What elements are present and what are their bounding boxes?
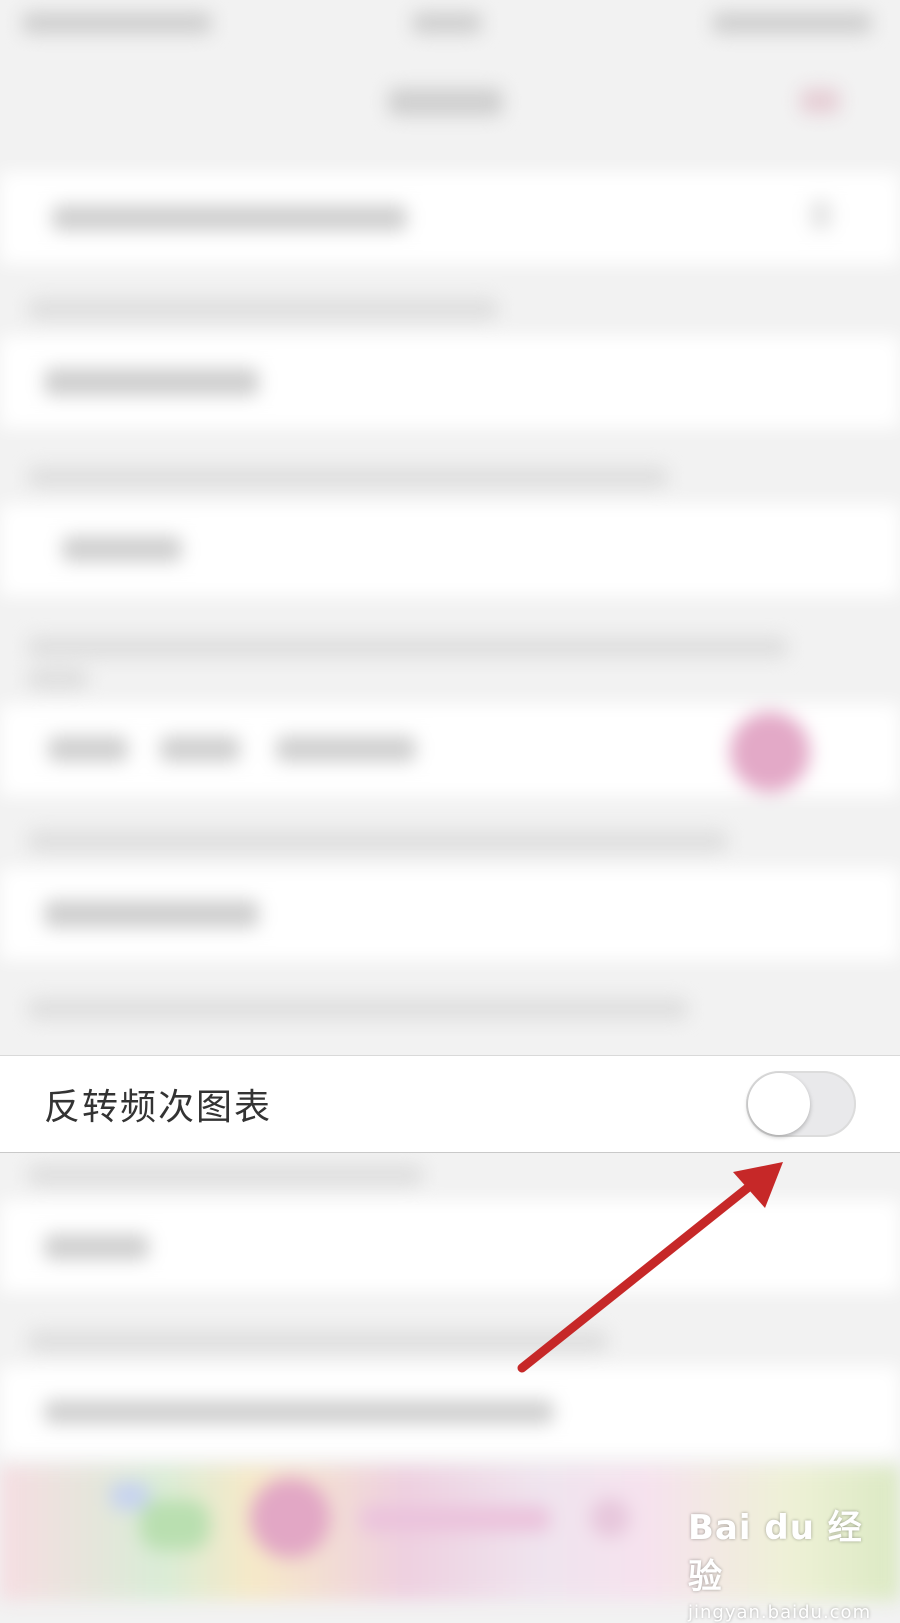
blurred-text — [52, 205, 407, 231]
blurred-caption — [28, 298, 498, 320]
blurred-banner-shape — [140, 1500, 210, 1550]
blurred-caption — [28, 668, 88, 690]
blurred-caption — [28, 1164, 423, 1186]
status-bar-time — [412, 12, 482, 34]
setting-label: 反转频次图表 — [44, 1087, 273, 1128]
blurred-text — [44, 1234, 149, 1260]
status-bar-left — [22, 12, 212, 34]
toggle-knob — [748, 1073, 810, 1135]
blurred-banner-dot — [590, 1498, 630, 1538]
blurred-text — [48, 736, 128, 762]
watermark-url: jingyan.baidu.com — [688, 1602, 872, 1623]
watermark-brand: Bai du 经验 — [688, 1508, 863, 1597]
blurred-text — [62, 536, 182, 562]
blurred-banner-icon — [250, 1478, 330, 1558]
invert-frequency-chart-row[interactable]: 反转频次图表 — [0, 1055, 900, 1153]
blurred-caption — [28, 998, 688, 1020]
blurred-caption — [28, 830, 728, 852]
invert-frequency-chart-toggle[interactable] — [746, 1071, 856, 1137]
nav-title — [388, 88, 503, 116]
blurred-text — [44, 900, 259, 928]
blurred-text — [160, 736, 240, 762]
nav-action — [800, 88, 840, 114]
blurred-avatar — [730, 712, 810, 792]
blurred-caption — [28, 636, 788, 658]
blurred-banner-text — [360, 1506, 550, 1532]
blurred-text — [44, 1400, 554, 1424]
baidu-jingyan-watermark: Bai du 经验 jingyan.baidu.com — [688, 1500, 888, 1623]
blurred-text — [276, 736, 416, 762]
blurred-chevron — [810, 200, 832, 230]
blurred-text — [44, 368, 259, 396]
status-bar-right — [712, 12, 872, 34]
blurred-caption — [28, 466, 668, 488]
blurred-background — [0, 0, 900, 1600]
blurred-banner-shape — [110, 1482, 150, 1510]
blurred-caption — [28, 1330, 608, 1352]
